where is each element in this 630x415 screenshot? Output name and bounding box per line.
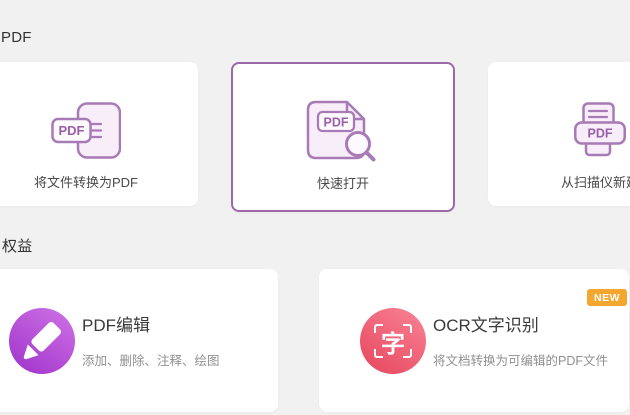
pdf-icon-label: PDF xyxy=(588,127,613,141)
quick-open-icon: PDF xyxy=(305,100,381,164)
card-subtitle: 添加、删除、注释、绘图 xyxy=(82,354,220,368)
pencil-icon xyxy=(9,308,75,374)
scanner-icon: PDF xyxy=(574,102,626,160)
card-quick-open[interactable]: PDF 快速打开 xyxy=(231,62,455,212)
pdf-icon-label: PDF xyxy=(324,116,349,130)
create-pdf-section-header: PDF xyxy=(1,29,32,46)
card-label: 从扫描仪新建 xyxy=(560,175,630,190)
ocr-text-icon: 字 xyxy=(360,308,426,374)
ocr-character-glyph: 字 xyxy=(381,331,405,358)
card-convert-to-pdf[interactable]: PDF 将文件转换为PDF xyxy=(0,62,198,206)
card-label: 快速打开 xyxy=(316,176,369,191)
card-subtitle: 将文档转换为可编辑的PDF文件 xyxy=(433,354,609,368)
card-title: PDF编辑 xyxy=(82,316,150,335)
benefits-section-header: 权益 xyxy=(2,238,33,255)
card-title: OCR文字识别 xyxy=(433,316,539,335)
card-label: 将文件转换为PDF xyxy=(33,175,138,190)
pdf-home-panel: { "colors": { "page_bg": "#f1f1f1", "car… xyxy=(0,0,630,415)
card-ocr-recognition[interactable]: NEW 字 OCR文字识别 将文档转换为可编辑的PDF文件 xyxy=(319,269,629,412)
card-pdf-edit[interactable]: PDF编辑 添加、删除、注释、绘图 xyxy=(0,269,278,412)
convert-to-pdf-icon: PDF xyxy=(51,102,121,160)
new-badge: NEW xyxy=(587,289,627,306)
card-new-from-scanner[interactable]: PDF 从扫描仪新建 xyxy=(488,62,630,206)
pdf-icon-label: PDF xyxy=(59,123,85,138)
